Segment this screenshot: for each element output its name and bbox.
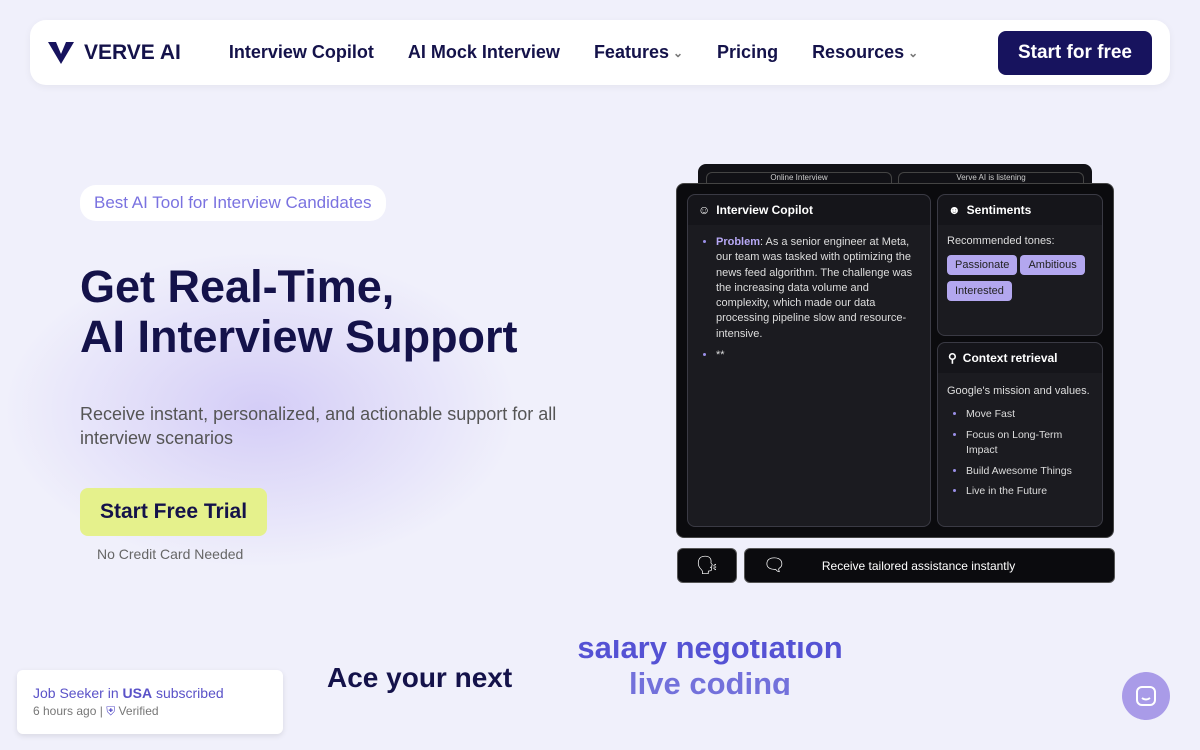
start-free-trial-button[interactable]: Start Free Trial xyxy=(80,488,268,536)
chat-launcher-button[interactable] xyxy=(1122,672,1170,720)
nav-features-label: Features xyxy=(593,42,669,62)
verified-label: Verified xyxy=(118,704,159,718)
tones-label: Recommended tones: xyxy=(947,235,1055,247)
verified-shield-icon: ⛨ xyxy=(106,704,116,718)
search-icon: ⚲ xyxy=(948,351,957,365)
nav-resources-label: Resources xyxy=(812,42,905,62)
sentiments-card: ☻ Sentiments Recommended tones: Passionat… xyxy=(937,194,1103,336)
sentiments-body: Recommended tones: Passionate Ambitious In… xyxy=(938,225,1102,307)
list-item: Focus on Long-Term Impact xyxy=(966,428,1092,459)
card-title: Context retrieval xyxy=(962,351,1058,365)
hero-badge: Best AI Tool for Interview Candidates xyxy=(80,185,386,221)
toast-country: USA xyxy=(122,685,153,701)
title-line-2: AI Interview Support xyxy=(80,311,518,362)
rotating-word: salary negotiation xyxy=(577,640,843,665)
rotating-words: salary negotiation live coding xyxy=(560,640,860,695)
nav-resources[interactable]: Resources ⌄ xyxy=(812,42,918,63)
card-title: Interview Copilot xyxy=(716,203,813,217)
subscription-toast: Job Seeker in USA subscribed 6 hours ago… xyxy=(17,670,283,734)
card-title: Sentiments xyxy=(966,203,1032,217)
nav-pricing[interactable]: Pricing xyxy=(717,42,778,63)
nav-features[interactable]: Features ⌄ xyxy=(594,42,683,63)
list-item: Build Awesome Things xyxy=(966,464,1092,480)
list-item: ** xyxy=(716,348,920,363)
list-item: Move Fast xyxy=(966,407,1092,423)
toast-suffix: subscribed xyxy=(152,685,224,701)
rotating-word: live coding xyxy=(629,666,791,695)
logo[interactable]: VERVE AI xyxy=(48,41,181,65)
no-credit-card-note: No Credit Card Needed xyxy=(97,546,244,562)
toast-prefix: Job Seeker in xyxy=(33,685,123,701)
tone-tag: Ambitious xyxy=(1020,255,1085,275)
ace-lead: Ace your next xyxy=(327,662,513,693)
toast-time: 6 hours ago xyxy=(33,704,97,718)
person-speaking-icon: 🗣 xyxy=(695,555,719,575)
problem-label: Problem xyxy=(716,236,761,248)
verve-logo-icon xyxy=(48,41,74,64)
page-title: Get Real-Time, AI Interview Support xyxy=(80,262,518,362)
tone-tag: Interested xyxy=(947,281,1012,301)
chat-icon: 🗨 xyxy=(763,555,786,575)
list-item: Live in the Future xyxy=(966,484,1092,500)
voice-button[interactable]: 🗣 xyxy=(677,548,737,583)
chevron-down-icon: ⌄ xyxy=(672,45,684,60)
smiley-icon: ☻ xyxy=(948,203,961,217)
brand-name: VERVE AI xyxy=(84,40,181,64)
top-nav: VERVE AI Interview Copilot AI Mock Inter… xyxy=(30,20,1170,85)
chat-bubble-icon xyxy=(1136,686,1156,706)
assist-bar: 🗨 Receive tailored assistance instantly xyxy=(744,548,1115,583)
chevron-down-icon: ⌄ xyxy=(908,45,919,60)
tone-tag: Passionate xyxy=(947,255,1018,275)
context-heading: Google's mission and values. xyxy=(947,385,1090,397)
copilot-card: ☺ Interview Copilot Problem: As a senior … xyxy=(687,194,931,527)
nav-interview-copilot[interactable]: Interview Copilot xyxy=(229,42,374,63)
copilot-icon: ☺ xyxy=(698,203,711,217)
assist-text: Receive tailored assistance instantly xyxy=(821,558,1016,573)
title-line-1: Get Real-Time, xyxy=(80,261,395,312)
list-item: Problem: As a senior engineer at Meta, o… xyxy=(716,235,920,342)
nav-ai-mock-interview[interactable]: AI Mock Interview xyxy=(408,42,560,63)
problem-text: : As a senior engineer at Meta, our team… xyxy=(716,236,913,340)
context-card: ⚲ Context retrieval Google's mission and … xyxy=(937,342,1103,527)
hero-subtitle: Receive instant, personalized, and actio… xyxy=(80,404,557,448)
start-for-free-button[interactable]: Start for free xyxy=(997,30,1152,75)
demo-panel: ☺ Interview Copilot Problem: As a senior … xyxy=(676,183,1114,538)
